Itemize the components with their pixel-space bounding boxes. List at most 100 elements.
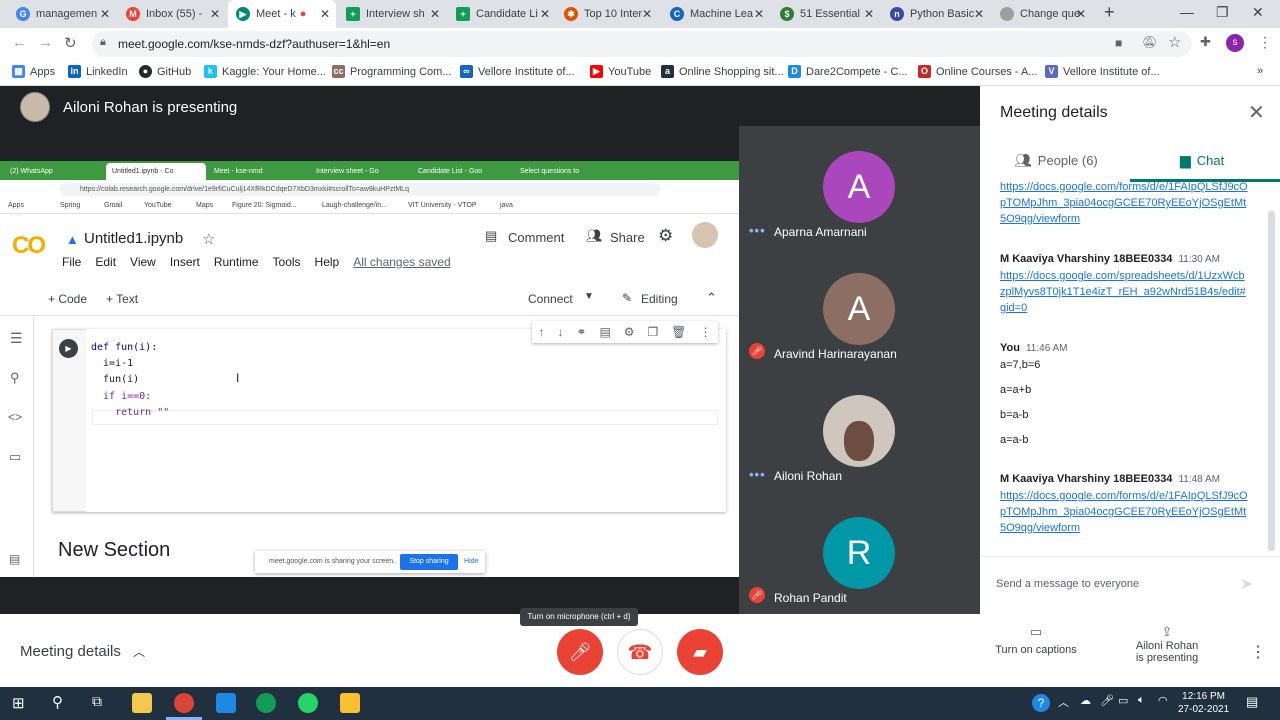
edge-icon[interactable] [256, 693, 276, 713]
task-view-icon[interactable]: ⧉ [92, 693, 102, 710]
participant-tile[interactable]: ••• Ailoni Rohan [739, 370, 980, 492]
microphone-button[interactable]: 🎤︎ [557, 629, 603, 675]
url-bar[interactable]: 🔒︎ meet.google.com/kse-nmds-dzf?authuser… [92, 31, 1192, 57]
camera-icon[interactable]: ■ [1115, 36, 1122, 50]
close-icon[interactable]: ✕ [1248, 100, 1265, 125]
mic-off-icon: 🎤︎ [568, 641, 592, 662]
system-clock[interactable]: 12:16 PM 27-02-2021 [1178, 690, 1229, 716]
chat-link[interactable]: https://docs.google.com/forms/d/e/1FAIpQ… [1000, 181, 1248, 225]
notifications-off-icon[interactable]: 🔕︎ [1142, 35, 1157, 49]
participant-tile[interactable]: A ••• Aparna Amarnani [739, 126, 980, 248]
bookmark-item[interactable]: in LinkedIn [68, 65, 128, 78]
close-tab-icon[interactable]: ✕ [864, 7, 874, 21]
maximize-icon[interactable]: ❐ [1216, 4, 1229, 21]
close-tab-icon[interactable]: ✕ [642, 7, 652, 21]
microphone-icon[interactable]: 🎤︎ [1100, 694, 1114, 707]
chat-input[interactable]: Send a message to everyone [996, 578, 1226, 590]
chevron-up-icon[interactable]: ︿ [1058, 694, 1069, 710]
close-tab-icon[interactable]: ✕ [100, 7, 110, 21]
wifi-icon[interactable]: ◠ [1158, 694, 1168, 707]
stop-sharing-button: Stop sharing [400, 554, 458, 570]
bookmark-item[interactable]: cc Programming Com... [332, 65, 451, 78]
volume-icon[interactable]: 🔈︎ [1138, 694, 1145, 707]
browser-tab[interactable]: + Interview sh ✕ [338, 0, 446, 28]
bookmark-item[interactable]: ▶ YouTube [590, 65, 651, 78]
bookmark-item[interactable]: D Dare2Compete - C... [788, 65, 907, 78]
close-window-icon[interactable]: ✕ [1252, 4, 1264, 21]
bookmark-item[interactable]: a Online Shopping sit... [661, 65, 784, 78]
tab-people[interactable]: 👥︎ People (6) [1014, 152, 1098, 169]
colab-sidebar: ☰ ⚲ <> ▭ ▤ [0, 316, 34, 577]
leave-call-button[interactable]: ☎︎ [617, 629, 663, 675]
chat-link[interactable]: https://docs.google.com/forms/d/e/1FAIpQ… [1000, 490, 1248, 534]
comment-icon: ▤ [485, 228, 498, 243]
forward-icon[interactable]: → [38, 34, 53, 51]
onedrive-icon[interactable]: ☁ [1080, 694, 1091, 707]
shared-bookmarks: Apps Spring Gmail YouTube Maps Figure 20… [0, 198, 739, 214]
browser-tab[interactable]: Change que ✕ [992, 0, 1092, 28]
meet-control-bar: Meeting details ︿ 🎤︎ ☎︎ ▰ ▭ Turn on capt… [0, 614, 1280, 687]
browser-tab[interactable]: + Candidate Li ✕ [448, 0, 556, 28]
more-vert-icon[interactable]: ⋮ [1258, 34, 1272, 51]
meeting-details-toggle[interactable]: Meeting details ︿ [20, 643, 145, 660]
camera-button[interactable]: ▰ [677, 629, 723, 675]
profile-avatar[interactable]: s [1226, 34, 1244, 52]
more-options-icon[interactable]: ⋮ [1250, 642, 1266, 662]
captions-button[interactable]: ▭ Turn on captions [992, 624, 1080, 656]
participant-tile[interactable]: R 🎤︎ Rohan Pandit [739, 492, 980, 614]
bookmark-item[interactable]: ▦ Apps [12, 65, 55, 78]
colab-menu: File Edit View Insert Runtime Tools Help… [62, 255, 451, 269]
reload-icon[interactable]: ↻ [64, 34, 77, 52]
new-tab-button[interactable]: + [1104, 2, 1115, 23]
youtube-icon: ▶ [590, 65, 603, 78]
bookmark-item[interactable]: V Vellore Institute of... [1045, 65, 1160, 78]
browser-tab[interactable]: Gmanagemen ✕ [8, 0, 116, 28]
close-tab-icon[interactable]: ✕ [540, 7, 550, 21]
star-icon[interactable]: ☆ [1168, 33, 1181, 51]
send-icon[interactable]: ➤ [1240, 574, 1253, 594]
amazon-icon: a [661, 65, 674, 78]
chat-scrollbar[interactable] [1268, 211, 1275, 551]
minimize-icon[interactable]: — [1180, 4, 1194, 20]
bookmark-item[interactable]: k Kaggle: Your Home... [204, 65, 326, 78]
notifications-icon[interactable]: ▤ [1246, 694, 1258, 710]
windows-start-icon[interactable]: ⊞ [12, 694, 25, 712]
presenting-button[interactable]: ⇪ Ailoni Rohan is presenting [1130, 624, 1204, 664]
close-tab-icon[interactable]: ✕ [320, 7, 330, 21]
browser-tab[interactable]: C Machine Lea ✕ [662, 0, 770, 28]
browser-tab[interactable]: n Python Basic ✕ [882, 0, 990, 28]
tooltip: Turn on microphone (ctrl + d) [520, 608, 638, 626]
close-tab-icon[interactable]: ✕ [430, 7, 440, 21]
sticky-notes-icon[interactable] [340, 693, 360, 713]
help-icon[interactable]: ? [1032, 694, 1050, 712]
camera-off-icon: ▰ [693, 641, 707, 662]
close-tab-icon[interactable]: ✕ [1076, 7, 1086, 21]
browser-tab[interactable]: M Inbox (55) - ✕ [118, 0, 226, 28]
file-explorer-icon[interactable] [132, 693, 152, 713]
whatsapp-icon[interactable] [298, 693, 318, 713]
bookmark-item[interactable]: O Online Courses - A... [918, 65, 1038, 78]
meeting-details-panel: Meeting details ✕ 👥︎ People (6) ▆ Chat h… [980, 86, 1280, 687]
tab-chat[interactable]: ▆ Chat [1180, 152, 1224, 169]
browser-tab[interactable]: ✱ Top 10 Inter ✕ [556, 0, 658, 28]
face-shape [844, 421, 874, 461]
battery-icon[interactable]: ▭ [1118, 694, 1128, 707]
bookmark-item[interactable]: ● GitHub [139, 65, 191, 78]
participant-tile[interactable]: A 🎤︎ Aravind Harinarayanan [739, 248, 980, 370]
chrome-icon[interactable] [174, 693, 194, 713]
mail-icon[interactable] [216, 693, 236, 713]
search-icon[interactable]: ⚲ [52, 693, 63, 711]
browser-tab-active[interactable]: ▶ Meet - k ● ✕ [228, 0, 336, 28]
shared-tab: Candidate List - Goo [418, 168, 483, 175]
close-tab-icon[interactable]: ✕ [210, 7, 220, 21]
loading-icon [1000, 7, 1014, 21]
close-tab-icon[interactable]: ✕ [754, 7, 764, 21]
extensions-icon[interactable]: ✚ [1200, 34, 1211, 50]
presenter-banner: Ailoni Rohan is presenting [20, 92, 237, 122]
close-tab-icon[interactable]: ✕ [974, 7, 984, 21]
chat-link[interactable]: https://docs.google.com/spreadsheets/d/1… [1000, 270, 1246, 314]
bookmark-item[interactable]: ∞ Vellore Institute of... [460, 65, 575, 78]
browser-tab[interactable]: $51 Essential ✕ [772, 0, 880, 28]
back-icon[interactable]: ← [12, 34, 27, 51]
bookmarks-overflow[interactable]: » [1257, 65, 1263, 77]
